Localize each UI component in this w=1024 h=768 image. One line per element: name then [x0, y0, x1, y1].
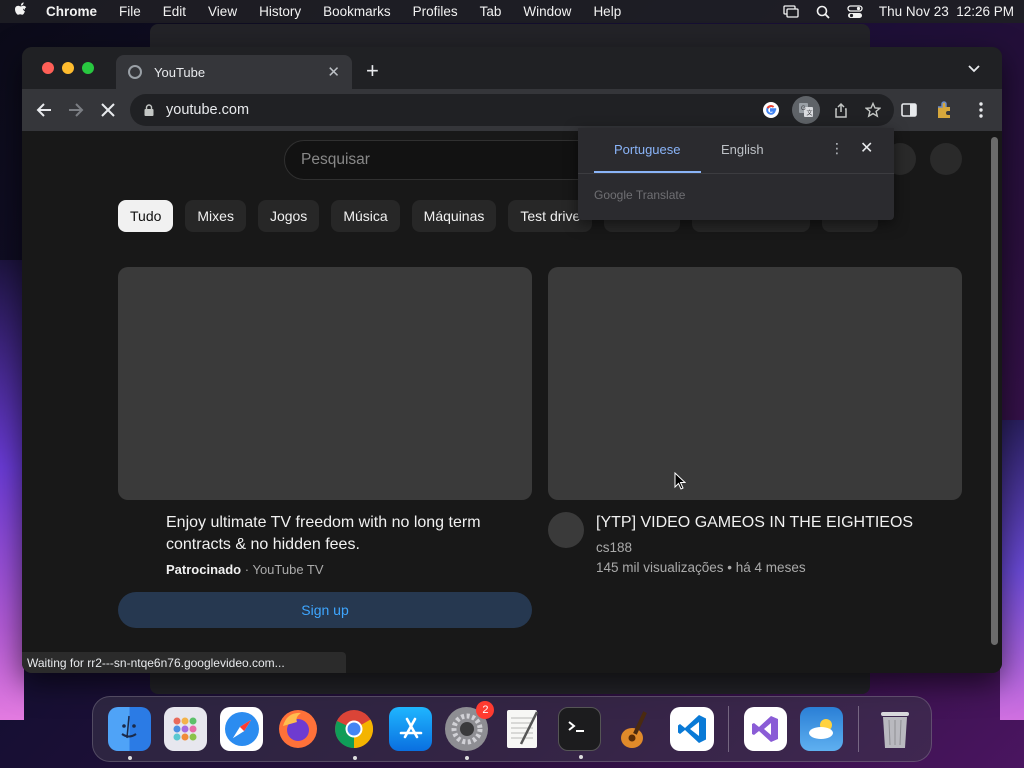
translate-popup: Portuguese English ⋮ ✕ Google Translate — [578, 128, 894, 220]
side-panel-icon[interactable] — [898, 99, 920, 121]
source-language-tab[interactable]: Portuguese — [614, 142, 681, 157]
stop-loading-button[interactable] — [98, 100, 118, 120]
visual-studio-icon[interactable] — [743, 707, 787, 751]
running-indicator — [465, 756, 470, 760]
google-translate-logo: Google Translate — [594, 188, 686, 202]
fullscreen-window-button[interactable] — [82, 62, 94, 74]
spotlight-search-icon[interactable] — [815, 5, 831, 19]
chip-music[interactable]: Música — [331, 200, 400, 232]
system-settings-icon[interactable]: 2 — [445, 701, 495, 760]
bookmark-star-icon[interactable] — [862, 99, 884, 121]
menu-window[interactable]: Window — [523, 4, 571, 19]
video-title[interactable]: [YTP] VIDEO GAMEOS IN THE EIGHTIEOS — [596, 512, 956, 534]
youtube-search-input[interactable]: Pesquisar — [284, 140, 614, 180]
search-placeholder: Pesquisar — [301, 151, 370, 168]
menu-tab[interactable]: Tab — [480, 4, 502, 19]
ad-meta: Patrocinado · YouTube TV — [166, 562, 324, 577]
menu-view[interactable]: View — [208, 4, 237, 19]
page-scrollbar[interactable] — [991, 137, 998, 645]
chip-games[interactable]: Jogos — [257, 200, 320, 232]
visual-studio-code-icon[interactable] — [670, 707, 714, 751]
apple-menu-icon[interactable] — [10, 2, 30, 21]
video-channel[interactable]: cs188 — [596, 540, 632, 555]
dock: 2 — [92, 696, 932, 762]
tab-strip: YouTube ✕ + — [22, 47, 1002, 89]
translate-options-icon[interactable]: ⋮ — [830, 140, 844, 157]
google-chrome-icon[interactable] — [333, 707, 376, 760]
back-button[interactable] — [34, 100, 54, 120]
more-options-icon[interactable] — [970, 99, 992, 121]
menu-help[interactable]: Help — [593, 4, 621, 19]
active-tab-underline — [594, 171, 701, 173]
menu-profiles[interactable]: Profiles — [413, 4, 458, 19]
chrome-window: YouTube ✕ + youtube.com G 文 Pesquisar Tu… — [22, 47, 1002, 673]
video-thumbnail[interactable] — [548, 267, 962, 500]
running-indicator — [578, 755, 583, 759]
garageband-icon[interactable] — [614, 707, 657, 751]
terminal-icon[interactable] — [557, 707, 602, 759]
ad-thumbnail[interactable] — [118, 267, 532, 500]
sponsored-label: Patrocinado — [166, 562, 242, 577]
share-icon[interactable] — [830, 99, 852, 121]
ad-title[interactable]: Enjoy ultimate TV freedom with no long t… — [166, 512, 526, 556]
lock-icon[interactable] — [144, 104, 154, 116]
tab-youtube[interactable]: YouTube ✕ — [116, 55, 352, 89]
forward-button[interactable] — [66, 100, 86, 120]
desktop-wallpaper-left — [0, 260, 24, 720]
channel-avatar[interactable] — [548, 512, 584, 548]
status-bubble: Waiting for rr2---sn-ntqe6n76.googlevide… — [22, 652, 346, 673]
finder-icon[interactable] — [107, 707, 151, 760]
textedit-icon[interactable] — [501, 707, 544, 751]
running-indicator — [352, 756, 357, 760]
running-indicator — [127, 756, 132, 760]
chip-machines[interactable]: Máquinas — [411, 200, 497, 232]
loading-favicon-icon — [128, 65, 142, 79]
launchpad-icon[interactable] — [163, 707, 208, 751]
new-tab-button[interactable]: + — [366, 58, 379, 84]
menu-bar-clock[interactable]: Thu Nov 23 12:26 PM — [879, 4, 1014, 19]
menu-app-name[interactable]: Chrome — [46, 4, 97, 19]
target-language-tab[interactable]: English — [721, 142, 764, 157]
menu-bookmarks[interactable]: Bookmarks — [323, 4, 391, 19]
app-store-icon[interactable] — [388, 707, 433, 751]
translate-page-icon[interactable]: G文 — [792, 96, 820, 124]
mouse-cursor-icon — [674, 472, 686, 490]
ad-advertiser[interactable]: YouTube TV — [252, 562, 323, 577]
address-bar[interactable]: youtube.com G文 — [130, 94, 894, 126]
menu-edit[interactable]: Edit — [163, 4, 186, 19]
extensions-puzzle-icon[interactable] — [934, 99, 956, 121]
menu-bar: Chrome File Edit View History Bookmarks … — [0, 0, 1024, 23]
trash-icon[interactable] — [873, 707, 916, 751]
video-meta: 145 mil visualizações • há 4 meses — [596, 560, 806, 575]
chip-mixes[interactable]: Mixes — [185, 200, 246, 232]
screen-mirroring-icon[interactable] — [783, 4, 799, 19]
safari-icon[interactable] — [220, 707, 264, 751]
tab-search-chevron-icon[interactable] — [968, 60, 980, 76]
window-controls — [42, 62, 94, 74]
url-text: youtube.com — [166, 102, 250, 118]
close-window-button[interactable] — [42, 62, 54, 74]
chip-all[interactable]: Tudo — [118, 200, 174, 232]
desktop-wallpaper-right — [1000, 420, 1024, 720]
dock-separator — [857, 706, 859, 752]
minimize-window-button[interactable] — [62, 62, 74, 74]
dock-separator — [728, 706, 730, 752]
google-lens-icon[interactable] — [760, 99, 782, 121]
account-avatar[interactable] — [930, 143, 962, 175]
firefox-icon[interactable] — [276, 707, 319, 751]
svg-text:G: G — [801, 106, 806, 112]
sign-up-button[interactable]: Sign up — [118, 592, 532, 628]
weather-icon[interactable] — [799, 707, 844, 751]
browser-toolbar: youtube.com G文 — [22, 89, 1002, 131]
close-translate-icon[interactable]: ✕ — [860, 138, 873, 158]
menu-file[interactable]: File — [119, 4, 141, 19]
menu-history[interactable]: History — [259, 4, 301, 19]
control-center-icon[interactable] — [847, 4, 863, 19]
notification-badge: 2 — [476, 701, 495, 719]
svg-text:文: 文 — [807, 109, 813, 117]
close-tab-icon[interactable]: ✕ — [327, 63, 340, 81]
translate-language-tabs: Portuguese English ⋮ ✕ — [578, 128, 894, 174]
tab-title: YouTube — [154, 64, 206, 80]
